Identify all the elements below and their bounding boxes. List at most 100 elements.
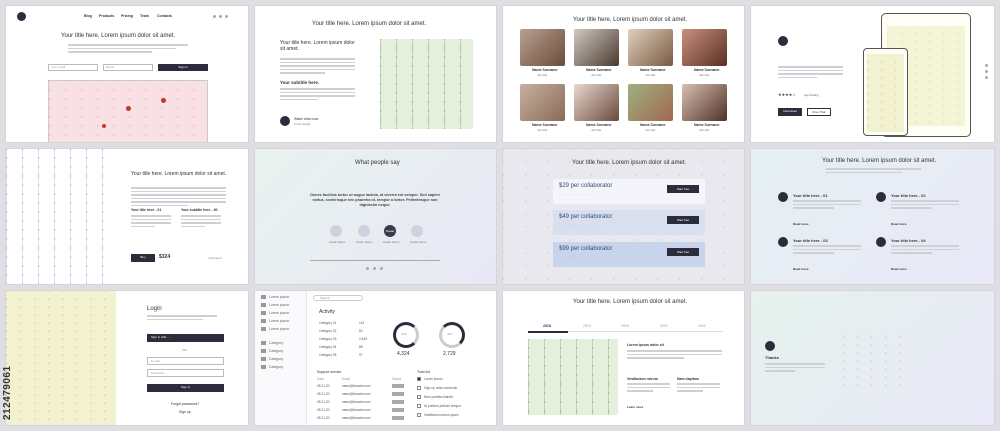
nav-contacts[interactable]: Contacts bbox=[157, 14, 172, 18]
plan-price: $49 per collaborator bbox=[559, 214, 613, 220]
sign-in-button[interactable]: Sign in bbox=[158, 64, 208, 71]
col-header: Date bbox=[317, 377, 324, 381]
dot-icon bbox=[219, 15, 222, 18]
read-more-link[interactable]: Read more bbox=[891, 222, 907, 226]
sign-in-button[interactable]: Sign in bbox=[147, 384, 224, 392]
tab-2022[interactable]: 2022 bbox=[698, 324, 706, 328]
dot-icon[interactable] bbox=[366, 267, 369, 270]
quote: Donec facilisis tortor ut augue lacinia,… bbox=[310, 193, 440, 207]
row-date: 05.21.20 bbox=[317, 384, 330, 388]
category-value: 50 bbox=[359, 329, 363, 333]
sidebar-item[interactable]: Category bbox=[261, 357, 283, 362]
body-text bbox=[627, 383, 670, 394]
tab-2018[interactable]: 2018 bbox=[543, 324, 551, 328]
side-pattern bbox=[380, 39, 473, 129]
play-icon[interactable] bbox=[280, 116, 290, 126]
email-field[interactable]: E-mail bbox=[147, 357, 224, 365]
avatar[interactable]: Avatar bbox=[384, 225, 396, 237]
start-free-button[interactable]: Start free bbox=[667, 216, 699, 224]
avatar-name: Avatar Name bbox=[329, 240, 346, 244]
forgot-password-link[interactable]: Forgot password? bbox=[171, 402, 199, 406]
nav-pricing[interactable]: Pricing bbox=[121, 14, 133, 18]
nav-products[interactable]: Products bbox=[99, 14, 114, 18]
feature-title: Your title here - 03 bbox=[793, 238, 828, 243]
slide-login: Login Sign in with ... OR E-mail Passwor… bbox=[5, 290, 249, 426]
avatar[interactable] bbox=[330, 225, 342, 237]
row-email: name@domain.com bbox=[342, 384, 371, 388]
stat-value: 4,324 bbox=[397, 351, 410, 357]
sign-up-link[interactable]: Sign up bbox=[179, 410, 191, 414]
sidebar-item[interactable]: Category bbox=[261, 349, 283, 354]
sidebar-item[interactable]: Lorem ipsum bbox=[261, 327, 289, 332]
checkbox[interactable] bbox=[417, 413, 421, 417]
plan-desc: ··· ··· ··· ··· ··· ··· ··· ··· ··· ··· bbox=[559, 192, 597, 196]
divider bbox=[310, 260, 440, 261]
read-more-link[interactable]: Read more bbox=[793, 222, 809, 226]
read-more-link[interactable]: Read more bbox=[891, 267, 907, 271]
watch-label[interactable]: Watch video now bbox=[294, 117, 318, 121]
category-value: 2,445 bbox=[359, 337, 367, 341]
sidebar-item[interactable]: Lorem ipsum bbox=[261, 319, 289, 324]
checkbox[interactable] bbox=[417, 386, 421, 390]
logo-icon bbox=[765, 341, 775, 351]
nav-team[interactable]: Team bbox=[140, 14, 149, 18]
slide-timeline: Your title here. Lorem ipsum dolor sit a… bbox=[502, 290, 745, 426]
sign-in-with-button[interactable]: Sign in with ... bbox=[147, 334, 224, 342]
logo-icon bbox=[778, 36, 788, 46]
col-header: Email bbox=[342, 377, 350, 381]
tab-2021[interactable]: 2021 bbox=[660, 324, 668, 328]
member-name: Name Surname bbox=[640, 123, 666, 127]
name-field[interactable]: Name bbox=[103, 64, 153, 71]
reviews[interactable]: 4 Reviews bbox=[208, 256, 222, 260]
buy-button[interactable]: Buy bbox=[131, 254, 155, 262]
avatar[interactable] bbox=[411, 225, 423, 237]
password-field[interactable]: Password bbox=[147, 369, 224, 377]
sidebar-item[interactable]: Category bbox=[261, 341, 283, 346]
start-free-button[interactable]: Start free bbox=[667, 248, 699, 256]
dot-icon bbox=[213, 15, 216, 18]
slide-landing: Blog Products Pricing Team Contacts Your… bbox=[5, 5, 249, 143]
feature-title: Your title here - 01 bbox=[793, 193, 828, 198]
duration-label: 2 min length bbox=[294, 122, 311, 126]
tab-2019[interactable]: 2019 bbox=[583, 324, 591, 328]
feature-title: Your subtitle here - 00 bbox=[181, 208, 218, 212]
body-text bbox=[826, 168, 921, 175]
feature-title: Your title here - 02 bbox=[891, 193, 926, 198]
thanks-pattern bbox=[843, 329, 905, 389]
tab-2020[interactable]: 2020 bbox=[621, 324, 629, 328]
status-badge bbox=[392, 392, 404, 396]
sidebar-item[interactable]: Category bbox=[261, 365, 283, 370]
start-free-button[interactable]: Start free bbox=[667, 185, 699, 193]
learn-more-link[interactable]: Learn more bbox=[627, 405, 643, 409]
todo-item: Ut pretium pretium tempor bbox=[424, 404, 462, 408]
todo-title: Todo list bbox=[417, 370, 430, 374]
sidebar-item[interactable]: Lorem ipsum bbox=[261, 295, 289, 300]
activity-title: Activity bbox=[319, 309, 335, 315]
dot-icon[interactable] bbox=[373, 267, 376, 270]
or-label: OR bbox=[182, 348, 187, 352]
team-photo bbox=[682, 29, 727, 66]
checkbox[interactable] bbox=[417, 395, 421, 399]
sidebar-item[interactable]: Lorem ipsum bbox=[261, 303, 289, 308]
category-label: Category 02 bbox=[319, 329, 337, 333]
feature-icon bbox=[778, 237, 788, 247]
free-trial-button[interactable]: Free Trial bbox=[807, 108, 831, 116]
status-badge bbox=[392, 384, 404, 388]
feature-icon bbox=[876, 192, 886, 202]
phone-pattern bbox=[867, 54, 904, 132]
email-field[interactable]: Your email bbox=[48, 64, 98, 71]
read-more-link[interactable]: Read more bbox=[793, 267, 809, 271]
search-input[interactable]: Search bbox=[313, 295, 363, 301]
nav-blog[interactable]: Blog bbox=[84, 14, 92, 18]
avatar[interactable] bbox=[358, 225, 370, 237]
slide-title: Your title here. Lorem ipsum dolor sit a… bbox=[131, 171, 227, 177]
dot-icon bbox=[225, 15, 228, 18]
thanks-title: Thanks bbox=[765, 355, 780, 360]
download-button[interactable]: Download bbox=[778, 108, 802, 116]
slide-team: Your title here. Lorem ipsum dolor sit a… bbox=[502, 5, 745, 143]
sidebar-item[interactable]: Lorem ipsum bbox=[261, 311, 289, 316]
dot-icon[interactable] bbox=[380, 267, 383, 270]
team-photo bbox=[574, 29, 619, 66]
checkbox[interactable] bbox=[417, 404, 421, 408]
checkbox[interactable] bbox=[417, 377, 421, 381]
